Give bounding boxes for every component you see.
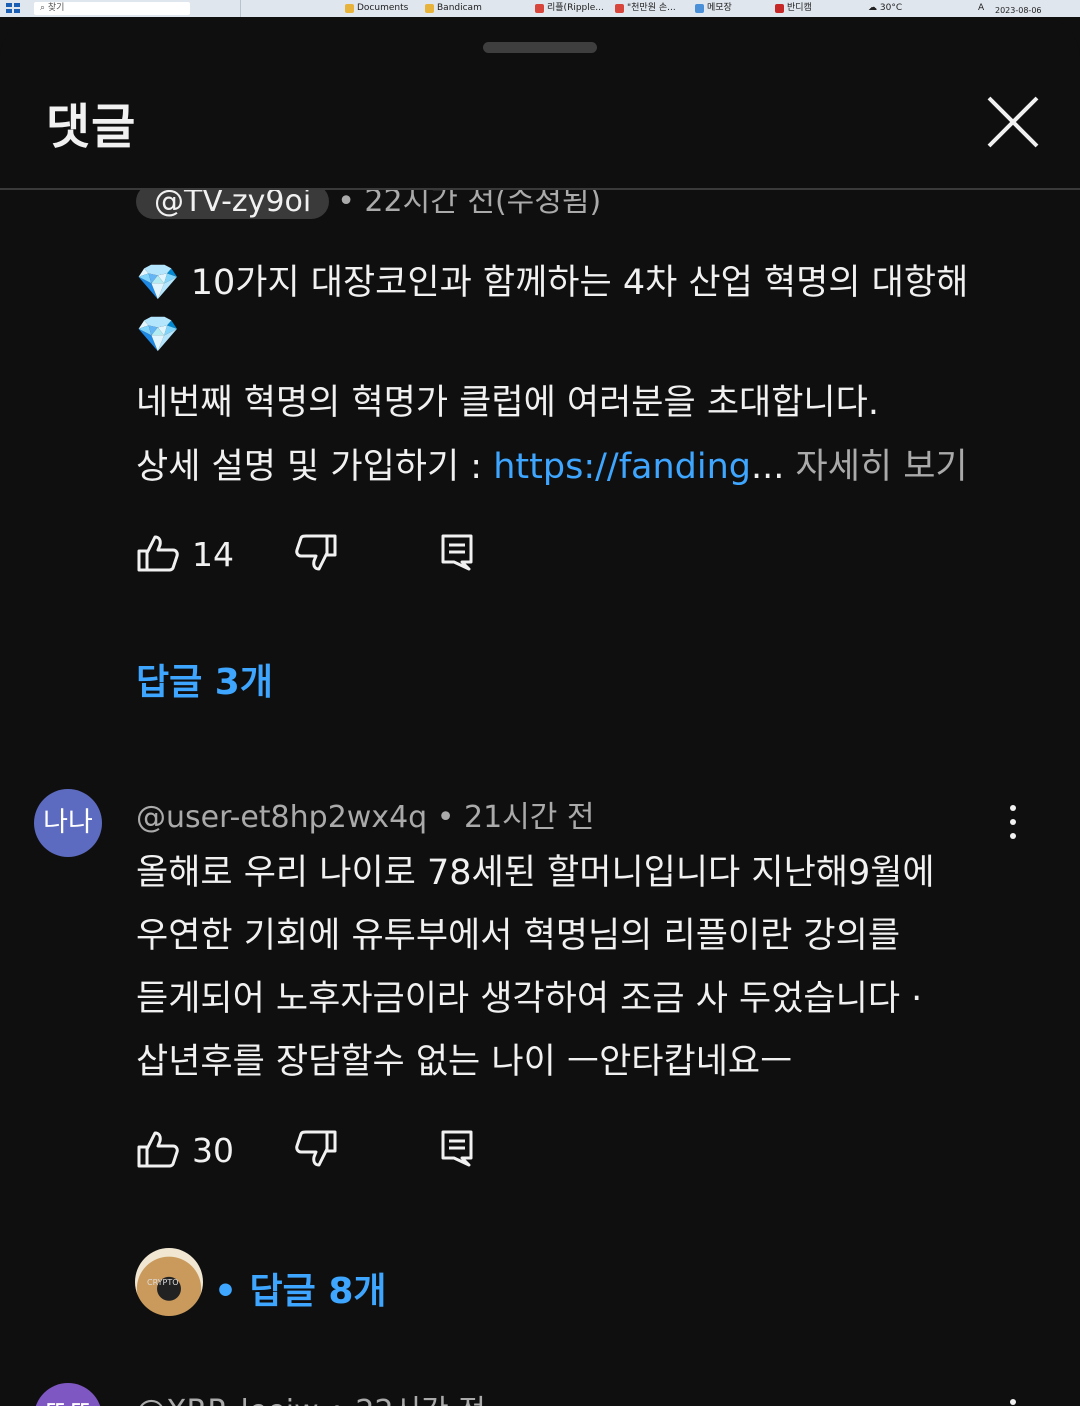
comment-more-options-button[interactable]: [1003, 802, 1023, 842]
taskbar-app-bandicam-record[interactable]: 반디캠: [775, 2, 812, 15]
comment-time: • 21시간 전: [436, 800, 595, 835]
taskbar-weather[interactable]: ☁ 30°C: [868, 2, 902, 15]
comment-text-line: 💎: [136, 315, 180, 355]
close-icon: [987, 96, 1039, 148]
thumbs-down-icon: [295, 534, 337, 571]
search-icon: ⌕: [40, 3, 48, 13]
like-count: 30: [192, 1131, 234, 1170]
like-count: 14: [192, 535, 234, 574]
comment-meta: @XRP_leejw • 22시간 전: [136, 1386, 486, 1406]
comment-text-line: 올해로 우리 나이로 78세된 할머니입니다 지난해9월에: [136, 853, 935, 893]
comment-time: • 22시간 전: [328, 1394, 486, 1406]
read-more-link[interactable]: 자세히 보기: [784, 447, 968, 487]
creator-reply-avatar[interactable]: CRYPTO: [135, 1248, 203, 1316]
taskbar-language[interactable]: A: [978, 2, 984, 15]
taskbar-app-documents[interactable]: Documents: [345, 2, 408, 15]
comment-text-line: 상세 설명 및 가입하기 : https://fanding... 자세히 보기: [136, 447, 968, 487]
taskbar-app-chrome-ripple[interactable]: 리플(Ripple...: [535, 2, 604, 15]
comment-author[interactable]: @XRP_leejw: [136, 1394, 319, 1406]
comment-meta: @TV-zy9oi • 22시간 전(수정됨): [136, 190, 601, 220]
comment-link[interactable]: https://fanding: [493, 447, 751, 487]
close-button[interactable]: [982, 91, 1044, 153]
comment-author[interactable]: @user-et8hp2wx4q: [136, 800, 427, 835]
reply-comment-icon: [441, 1130, 473, 1167]
comment-text-line: 네번째 혁명의 혁명가 클럽에 여러분을 초대합니다.: [136, 383, 879, 423]
reply-button[interactable]: [440, 533, 474, 575]
view-replies-link[interactable]: 답글 3개: [136, 653, 273, 705]
avatar[interactable]: ㄸㄸ: [34, 1383, 102, 1406]
reply-comment-icon: [441, 534, 473, 571]
taskbar-divider: [240, 0, 241, 17]
taskbar-app-notepad[interactable]: 메모장: [695, 2, 732, 15]
weather-icon: ☁: [868, 3, 880, 13]
dislike-button[interactable]: [294, 533, 338, 577]
drag-handle[interactable]: [483, 42, 597, 53]
comment-meta: @user-et8hp2wx4q • 21시간 전: [136, 792, 595, 836]
comments-list[interactable]: @TV-zy9oi • 22시간 전(수정됨) 💎 10가지 대장코인과 함께하는…: [0, 190, 1080, 1406]
comments-sheet: 댓글 @TV-zy9oi • 22시간 전(수정됨) 💎 10가지 대장코인과 함…: [0, 17, 1080, 1406]
dislike-button[interactable]: [294, 1129, 338, 1173]
thumbs-up-icon: [137, 535, 179, 572]
comment-author-chip[interactable]: @TV-zy9oi: [136, 190, 330, 219]
comment-more-options-button[interactable]: [1003, 1396, 1023, 1406]
taskbar-search-input[interactable]: ⌕ 찾기: [34, 2, 190, 15]
sheet-title: 댓글: [46, 99, 137, 155]
thumbs-up-icon: [137, 1131, 179, 1168]
thumbs-down-icon: [295, 1130, 337, 1167]
comment-text-line: 듣게되어 노후자금이라 생각하여 조금 사 두었습니다 ·: [136, 979, 923, 1019]
taskbar-app-bandicam[interactable]: Bandicam: [425, 2, 482, 15]
taskbar-date[interactable]: 2023-08-06: [995, 4, 1042, 17]
like-button[interactable]: [136, 533, 180, 577]
like-button[interactable]: [136, 1129, 180, 1173]
taskbar-app-chrome-video[interactable]: "천만원 손...: [615, 2, 676, 15]
avatar[interactable]: 나나: [34, 789, 102, 857]
comment-text-line: 우연한 기회에 유투부에서 혁명님의 리플이란 강의를: [136, 916, 901, 956]
windows-start-icon[interactable]: [6, 3, 20, 13]
view-replies-link[interactable]: • 답글 8개: [214, 1262, 387, 1314]
windows-taskbar: ⌕ 찾기 Documents Bandicam 리플(Ripple... "천만…: [0, 0, 1080, 17]
reply-button[interactable]: [440, 1129, 474, 1171]
comment-text-line: 삽년후를 장담할수 없는 나이 ㅡ안타캅네요ㅡ: [136, 1042, 793, 1082]
comment-text-line: 💎 10가지 대장코인과 함께하는 4차 산업 혁명의 대항해: [136, 263, 969, 303]
comment-time: • 22시간 전(수정됨): [337, 190, 602, 219]
